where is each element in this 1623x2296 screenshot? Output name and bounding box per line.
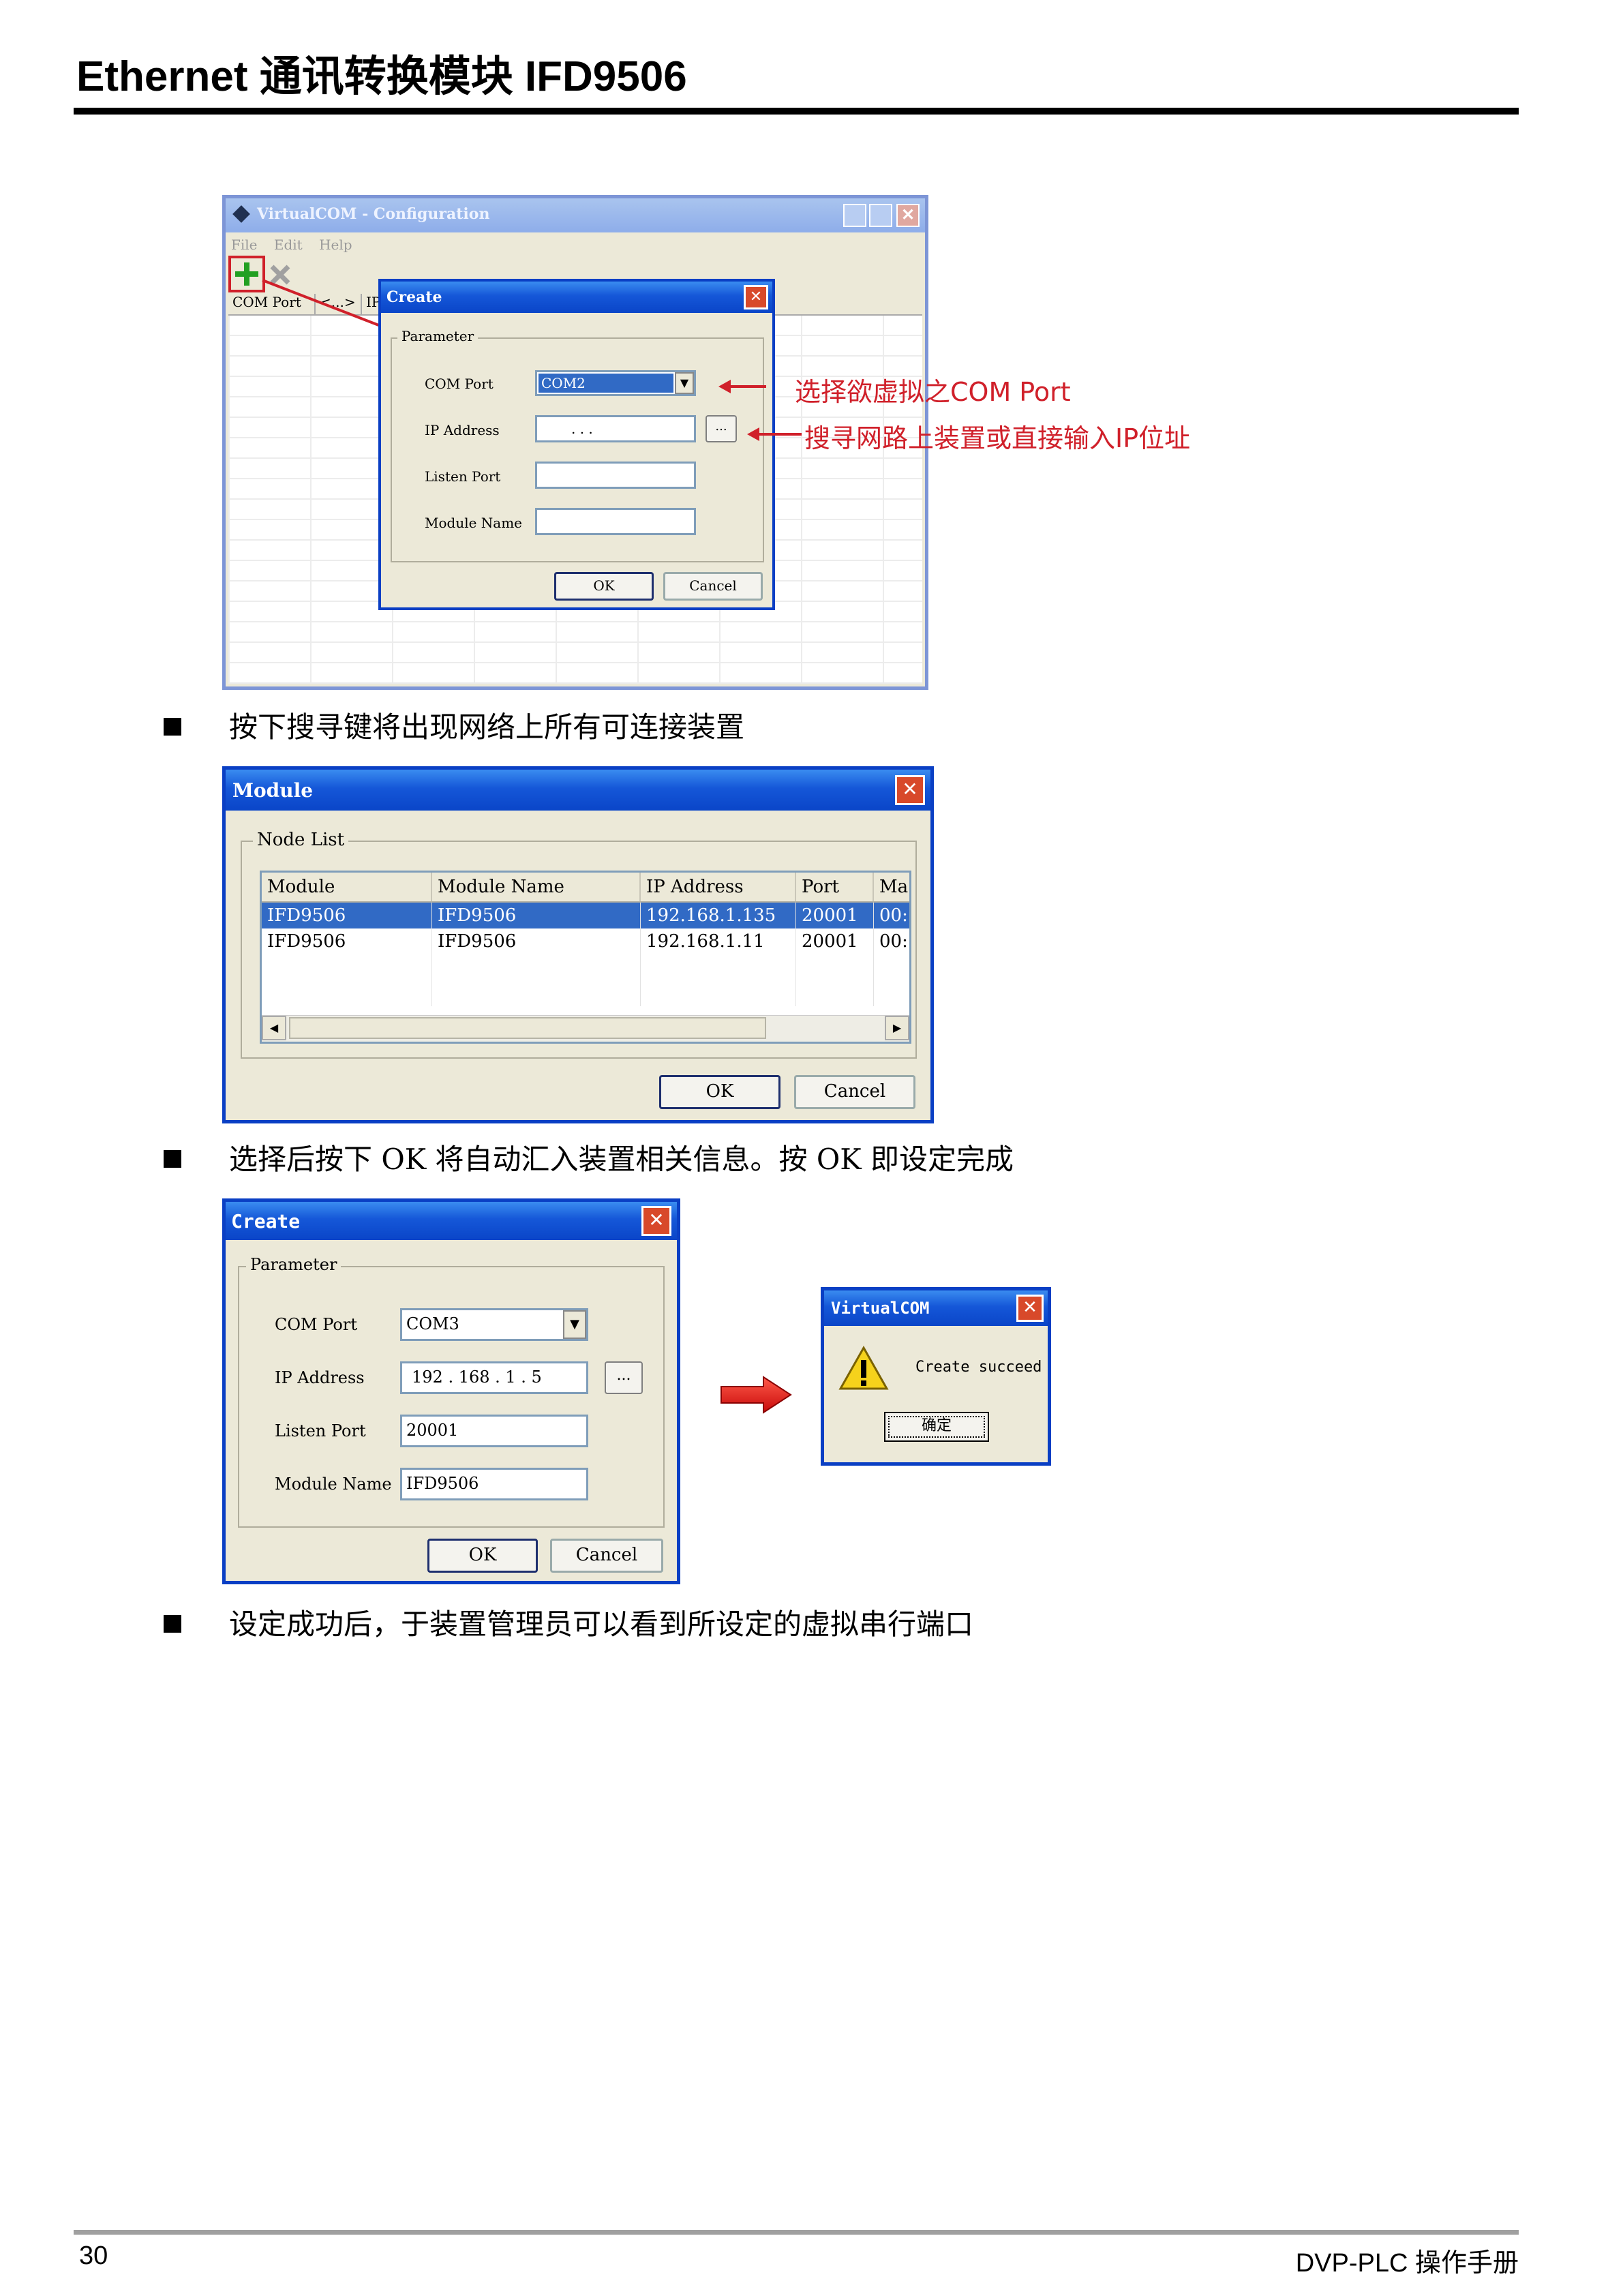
annotation-arrow-com (718, 380, 766, 393)
scroll-left-button[interactable]: ◀ (262, 1016, 286, 1040)
table-row[interactable]: IFD9506 IFD9506 192.168.1.11 20001 00: (262, 928, 909, 954)
col-port[interactable]: Port (796, 873, 874, 901)
config-title: VirtualCOM - Configuration (257, 205, 490, 223)
col-mac[interactable]: Ma (874, 873, 909, 901)
bullet-marker (164, 1615, 181, 1633)
col-ip-address[interactable]: IP Address (641, 873, 796, 901)
com-port-label: COM Port (275, 1315, 357, 1334)
bullet-3-text: 设定成功后，于装置管理员可以看到所设定的虚拟串行端口 (229, 1607, 974, 1641)
create-titlebar: Create ✕ (226, 1202, 677, 1240)
create-dialog-small-titlebar: Create ✕ (381, 282, 772, 313)
module-name-label: Module Name (425, 515, 523, 531)
close-button[interactable]: ✕ (896, 204, 920, 227)
arrow-right-icon (721, 1376, 792, 1414)
message-box-titlebar: VirtualCOM ✕ (824, 1290, 1048, 1326)
bullet-marker (164, 718, 181, 736)
listen-port-field[interactable]: 20001 (400, 1415, 588, 1447)
close-button[interactable]: ✕ (1016, 1295, 1044, 1322)
close-button[interactable]: ✕ (744, 285, 768, 309)
create-dialog-small-title: Create (386, 288, 442, 306)
ok-button[interactable]: OK (554, 572, 654, 601)
ok-button[interactable]: OK (659, 1075, 780, 1109)
module-name-field[interactable]: IFD9506 (400, 1468, 588, 1500)
bullet-1-text: 按下搜寻键将出现网络上所有可连接装置 (229, 710, 745, 744)
create-title: Create (231, 1210, 301, 1233)
bullet-2: 选择后按下 OK 将自动汇入装置相关信息。按 OK 即设定完成 (164, 1143, 1014, 1177)
annotation-com-port: 选择欲虚拟之COM Port (795, 377, 1071, 407)
com-port-label: COM Port (425, 376, 494, 392)
bullet-3: 设定成功后，于装置管理员可以看到所设定的虚拟串行端口 (164, 1607, 973, 1642)
ip-address-field[interactable]: . . . (535, 415, 696, 442)
col-module[interactable]: Module (262, 873, 432, 901)
scrollbar-thumb[interactable] (289, 1017, 766, 1039)
cancel-button[interactable]: Cancel (794, 1075, 915, 1109)
annotation-arrow-ip (747, 427, 802, 441)
table-row-empty (262, 980, 909, 1006)
browse-button[interactable]: ... (605, 1361, 643, 1394)
chevron-down-icon[interactable]: ▼ (675, 372, 694, 394)
add-icon (235, 262, 258, 286)
minimize-button[interactable] (843, 204, 866, 227)
com-port-select[interactable]: COM2 ▼ (535, 370, 696, 396)
menu-file[interactable]: File (231, 237, 258, 253)
menu-edit[interactable]: Edit (274, 237, 303, 253)
annotation-ip-address: 搜寻网路上装置或直接输入IP位址 (804, 423, 1191, 453)
ok-button[interactable]: OK (427, 1539, 538, 1573)
col-module-name[interactable]: Module Name (432, 873, 641, 901)
menu-bar: File Edit Help (231, 237, 352, 253)
config-titlebar: VirtualCOM - Configuration ✕ (226, 198, 925, 232)
create-dialog: Create ✕ Parameter COM Port COM3 ▼ IP Ad… (222, 1198, 680, 1584)
footer-divider (74, 2230, 1519, 2235)
listen-port-field[interactable] (535, 462, 696, 489)
listen-port-label: Listen Port (275, 1421, 366, 1440)
page-number: 30 (79, 2241, 108, 2270)
close-button[interactable]: ✕ (895, 775, 925, 805)
message-text: Create succeed (915, 1359, 1042, 1376)
scroll-right-button[interactable]: ▶ (885, 1016, 909, 1040)
confirm-button[interactable]: 确定 (884, 1412, 989, 1442)
header-divider (74, 108, 1519, 115)
parameter-group-label: Parameter (246, 1255, 342, 1274)
table-row-empty (262, 954, 909, 980)
listen-port-label: Listen Port (425, 468, 501, 485)
bullet-2-text: 选择后按下 OK 将自动汇入装置相关信息。按 OK 即设定完成 (229, 1143, 1014, 1176)
ip-address-label: IP Address (425, 422, 500, 438)
module-name-field[interactable] (535, 508, 696, 535)
ip-address-field[interactable]: 192 . 168 . 1 . 5 (400, 1361, 588, 1394)
module-titlebar: Module ✕ (226, 770, 930, 811)
chevron-down-icon[interactable]: ▼ (563, 1310, 586, 1339)
module-title: Module (232, 779, 314, 802)
browse-button[interactable]: ... (706, 415, 737, 442)
com-port-select[interactable]: COM3 ▼ (400, 1308, 588, 1341)
maximize-button[interactable] (869, 204, 892, 227)
message-box-title: VirtualCOM (831, 1299, 930, 1318)
warning-icon (838, 1345, 889, 1390)
cancel-button[interactable]: Cancel (663, 572, 763, 601)
page-title: Ethernet 通讯转换模块 IFD9506 (76, 53, 687, 100)
bullet-1: 按下搜寻键将出现网络上所有可连接装置 (164, 710, 744, 744)
message-box: VirtualCOM ✕ Create succeed 确定 (821, 1287, 1051, 1466)
node-table: Module Module Name IP Address Port Ma IF… (260, 871, 911, 1044)
module-dialog: Module ✕ Node List Module Module Name IP… (222, 766, 934, 1123)
module-name-label: Module Name (275, 1475, 392, 1494)
parameter-group-label: Parameter (397, 328, 479, 344)
create-dialog-small: Create ✕ Parameter COM Port COM2 ▼ IP Ad… (378, 279, 775, 610)
app-icon (232, 205, 250, 223)
menu-help[interactable]: Help (319, 237, 352, 253)
bullet-marker (164, 1150, 181, 1168)
ip-address-label: IP Address (275, 1368, 365, 1387)
node-table-header: Module Module Name IP Address Port Ma (262, 873, 909, 903)
close-button[interactable]: ✕ (641, 1206, 671, 1236)
cancel-button[interactable]: Cancel (550, 1539, 663, 1573)
table-row[interactable]: IFD9506 IFD9506 192.168.1.135 20001 00: (262, 903, 909, 928)
manual-name: DVP-PLC 操作手册 (1295, 2249, 1519, 2278)
node-list-label: Node List (253, 830, 349, 850)
horizontal-scrollbar[interactable]: ◀ ▶ (262, 1015, 909, 1042)
